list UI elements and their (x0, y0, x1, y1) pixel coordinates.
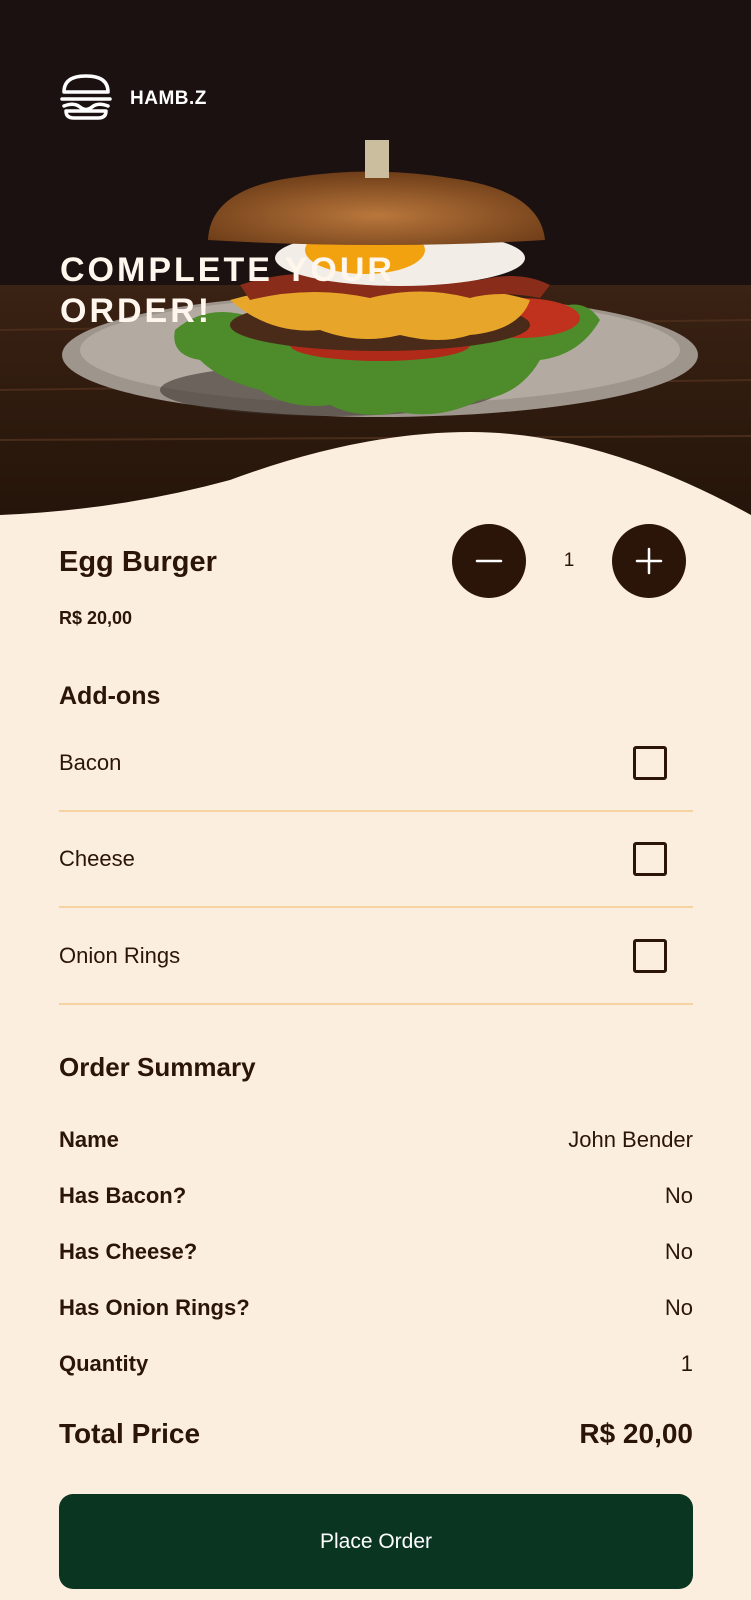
total-price-label: Total Price (59, 1418, 201, 1449)
place-order-button[interactable]: Place Order (59, 1494, 693, 1589)
summary-row-quantity: Quantity 1 (59, 1351, 693, 1377)
hero-banner: HAMB.Z COMPLETE YOUR ORDER! (0, 0, 751, 520)
addon-item-onion-rings[interactable]: Onion Rings (59, 909, 693, 1005)
quantity-stepper: 1 (452, 524, 686, 598)
decrement-button[interactable] (452, 524, 526, 598)
page-title: COMPLETE YOUR ORDER! (60, 250, 395, 332)
brand-name: HAMB.Z (130, 87, 207, 109)
total-price-row: Total Price R$ 20,00 (59, 1418, 693, 1450)
summary-key: Has Bacon? (59, 1183, 187, 1208)
product-header: Egg Burger (59, 546, 217, 579)
addon-item-cheese[interactable]: Cheese (59, 812, 693, 908)
summary-value: No (664, 1295, 693, 1320)
addons-title: Add-ons (59, 682, 161, 710)
summary-row-bacon: Has Bacon? No (59, 1183, 693, 1209)
addon-checkbox-onion-rings[interactable] (633, 939, 667, 973)
summary-value: John Bender (568, 1127, 693, 1152)
page-title-line1: COMPLETE YOUR (60, 251, 395, 289)
summary-row-name: Name John Bender (59, 1127, 693, 1153)
summary-value: No (664, 1239, 693, 1264)
burger-icon (60, 72, 112, 125)
summary-key: Has Onion Rings? (59, 1295, 250, 1320)
addon-label: Onion Rings (59, 943, 181, 968)
quantity-value: 1 (563, 550, 575, 571)
addon-label: Bacon (59, 750, 122, 775)
summary-key: Has Cheese? (59, 1239, 198, 1264)
summary-key: Quantity (59, 1351, 149, 1376)
summary-row-cheese: Has Cheese? No (59, 1239, 693, 1265)
summary-value: 1 (680, 1351, 693, 1376)
increment-button[interactable] (612, 524, 686, 598)
total-price-value: R$ 20,00 (579, 1418, 693, 1449)
addon-item-bacon[interactable]: Bacon (59, 716, 693, 812)
product-price: R$ 20,00 (59, 608, 133, 628)
order-summary-title: Order Summary (59, 1052, 256, 1082)
addon-checkbox-bacon[interactable] (633, 746, 667, 780)
addon-checkbox-cheese[interactable] (633, 842, 667, 876)
summary-row-onion-rings: Has Onion Rings? No (59, 1295, 693, 1321)
page-title-line2: ORDER! (60, 292, 213, 330)
product-name: Egg Burger (59, 546, 217, 578)
wave-divider (0, 432, 751, 520)
summary-value: No (664, 1183, 693, 1208)
plus-icon (635, 547, 663, 575)
brand-logo[interactable]: HAMB.Z (60, 72, 207, 125)
minus-icon (475, 559, 503, 563)
summary-key: Name (59, 1127, 119, 1152)
addon-label: Cheese (59, 846, 135, 871)
